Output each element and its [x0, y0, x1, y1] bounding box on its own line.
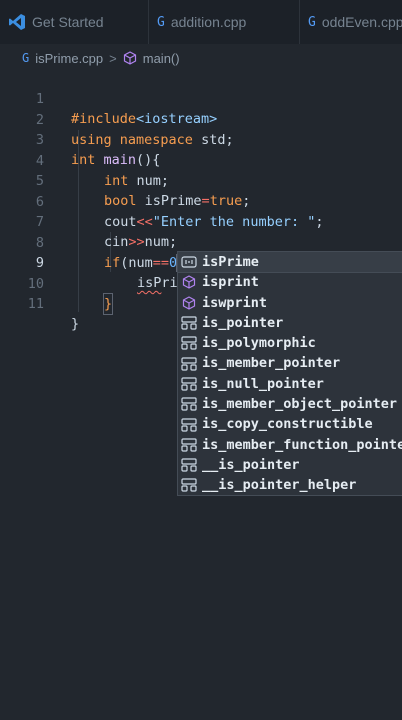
suggestion-match: __is_pointer — [202, 456, 300, 473]
vscode-logo-icon — [8, 13, 26, 31]
tab-label: addition.cpp — [170, 14, 247, 30]
suggestion-item[interactable]: is_member_object_pointer — [178, 394, 402, 414]
code-line-active: 9 isPri — [0, 233, 402, 291]
suggestion-item[interactable]: is_polymorphic — [178, 333, 402, 353]
tab-oddeven-cpp[interactable]: G oddEven.cpp — [300, 0, 402, 44]
suggestion-rest: me — [242, 254, 259, 270]
suggestion-item[interactable]: is_member_function_pointe — [178, 435, 402, 455]
tab-addition-cpp[interactable]: G addition.cpp — [149, 0, 300, 44]
struct-icon — [180, 315, 198, 331]
suggestion-item[interactable]: isprint — [178, 272, 402, 292]
suggestion-item[interactable]: iswprint — [178, 293, 402, 313]
suggestion-match: iswprint — [202, 294, 268, 311]
tab-get-started[interactable]: Get Started — [0, 0, 149, 44]
struct-icon — [180, 457, 198, 473]
suggestion-match: is_copy_constructible — [202, 416, 373, 433]
autocomplete-suggestions[interactable]: isPri me isprint iswprint is_pointer is_p… — [177, 251, 402, 496]
suggestion-match: is_member_pointer — [202, 355, 341, 372]
suggestion-match: __is_pointer_helper — [202, 477, 357, 494]
suggestion-item[interactable]: isPri me — [178, 252, 402, 274]
code-token: } — [102, 292, 114, 315]
suggestion-item[interactable]: is_copy_constructible — [178, 414, 402, 434]
suggestion-match: is_member_function_pointe — [202, 436, 402, 453]
code-line: 6 cout<<"Enter the number: "; — [0, 172, 402, 230]
suggestion-item[interactable]: __is_pointer — [178, 455, 402, 475]
struct-icon — [180, 376, 198, 392]
struct-icon — [180, 356, 198, 372]
tab-label: Get Started — [32, 14, 104, 30]
struct-icon — [180, 437, 198, 453]
suggestion-match: is_polymorphic — [202, 335, 316, 352]
tab-label: oddEven.cpp — [321, 14, 402, 30]
variable-icon — [180, 254, 198, 270]
struct-icon — [180, 396, 198, 412]
breadcrumb-file[interactable]: isPrime.cpp — [35, 51, 103, 66]
suggestion-match: isprint — [202, 274, 259, 291]
breadcrumb-symbol[interactable]: main() — [143, 51, 180, 66]
struct-icon — [180, 417, 198, 433]
code-line: 1 #include<iostream> — [0, 69, 402, 127]
method-cube-icon — [123, 51, 137, 65]
code-line: 3 int main(){ — [0, 110, 402, 168]
suggestion-item[interactable]: is_pointer — [178, 313, 402, 333]
code-line: 7 cin>>num; — [0, 192, 402, 250]
suggestion-match: isPri — [202, 254, 243, 270]
suggestion-item[interactable]: is_null_pointer — [178, 374, 402, 394]
suggestion-item[interactable]: is_member_pointer — [178, 353, 402, 373]
suggestion-match: is_null_pointer — [202, 375, 324, 392]
line-number: 11 — [27, 296, 44, 312]
struct-icon — [180, 335, 198, 351]
method-cube-icon — [180, 274, 198, 290]
breadcrumb-separator: > — [109, 50, 117, 66]
cpp-file-icon: G — [157, 14, 165, 30]
code-line: 4 int num; — [0, 131, 402, 189]
struct-icon — [180, 477, 198, 493]
code-line: 8 if(num==0||num==1){ — [0, 213, 402, 272]
editor-tab-bar: Get Started G addition.cpp G oddEven.cpp — [0, 0, 402, 44]
cpp-file-icon: G — [22, 51, 30, 65]
suggestion-match: is_member_object_pointer — [202, 396, 398, 413]
method-cube-icon — [180, 295, 198, 311]
suggestion-match: is_pointer — [202, 314, 284, 331]
code-line: 2 using namespace std; — [0, 90, 402, 148]
cpp-file-icon: G — [308, 14, 316, 30]
code-token: } — [71, 316, 80, 332]
code-line: 5 bool isPrime=true; — [0, 151, 402, 209]
suggestion-item[interactable]: __is_pointer_helper — [178, 475, 402, 495]
